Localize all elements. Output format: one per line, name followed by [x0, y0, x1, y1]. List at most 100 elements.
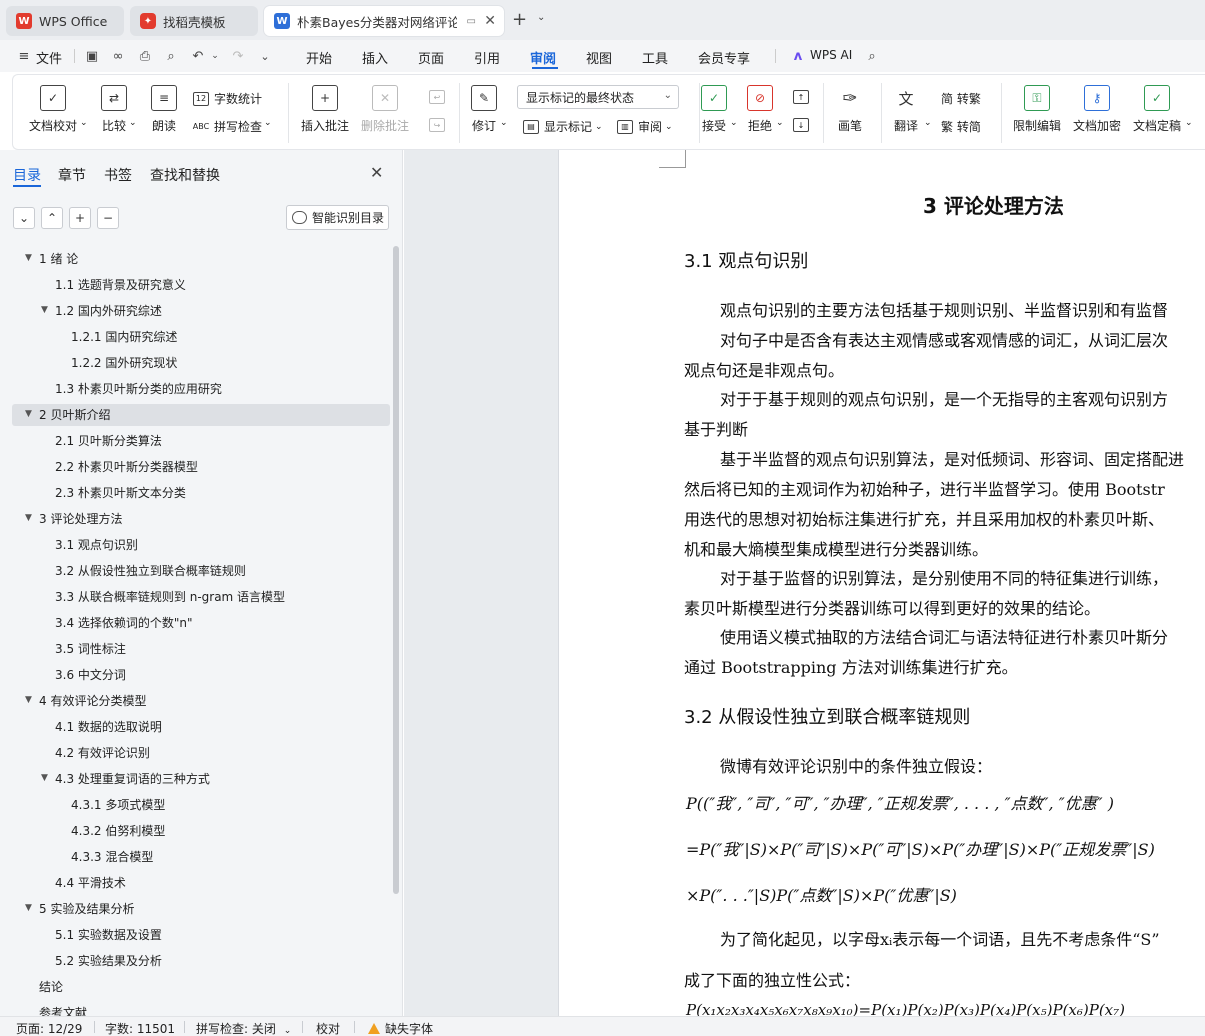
expand-arrow-icon[interactable]: ▼ [25, 513, 32, 523]
doc-check-button[interactable]: ✓ 文档校对 [29, 85, 77, 134]
menu-member[interactable]: 会员专享 [698, 48, 750, 67]
toc-item[interactable]: 4.3.2 伯努利模型 [71, 822, 165, 839]
menu-view[interactable]: 视图 [586, 48, 612, 67]
expand-up-button[interactable]: ⌃ [41, 207, 63, 229]
to-traditional-button[interactable]: 简 转繁 [941, 90, 981, 107]
redo-icon[interactable]: ↷ [228, 46, 248, 66]
smart-toc-button[interactable]: 智能识别目录 [286, 205, 389, 230]
add-heading-button[interactable]: + [69, 207, 91, 229]
spell-check-button[interactable]: ABC 拼写检查 [193, 118, 262, 135]
proofread-status[interactable]: 校对 [316, 1020, 340, 1036]
tab-bookmarks[interactable]: 书签 [104, 165, 132, 185]
toc-scrollbar[interactable] [393, 246, 399, 894]
menu-review[interactable]: 审阅 [530, 48, 556, 67]
toc-item[interactable]: 2.3 朴素贝叶斯文本分类 [55, 484, 186, 501]
encrypt-button[interactable]: ⚷ 文档加密 [1073, 85, 1121, 134]
to-simplified-button[interactable]: 繁 转简 [941, 118, 981, 135]
link-icon[interactable]: ∞ [108, 46, 128, 66]
pen-button[interactable]: ✑ 画笔 [837, 85, 863, 134]
monitor-icon[interactable]: ▭ [467, 16, 476, 27]
search-icon[interactable]: ⌕ [862, 46, 882, 66]
toc-item[interactable]: 3.1 观点句识别 [55, 536, 138, 553]
toc-item[interactable]: 3 评论处理方法 [39, 510, 122, 527]
toc-item[interactable]: 3.3 从联合概率链规则到 n-gram 语言模型 [55, 588, 285, 605]
toc-item[interactable]: 4 有效评论分类模型 [39, 692, 146, 709]
toc-item[interactable]: 1.2 国内外研究综述 [55, 302, 162, 319]
expand-arrow-icon[interactable]: ▼ [25, 253, 32, 263]
new-tab-icon[interactable]: + [512, 9, 527, 30]
menu-wps-ai[interactable]: WPS AI [810, 48, 852, 62]
toc-item[interactable]: 3.6 中文分词 [55, 666, 126, 683]
tab-toc[interactable]: 目录 [13, 165, 41, 185]
toc-item[interactable]: 结论 [39, 978, 63, 995]
show-markup-button[interactable]: ▤ 显示标记 ⌄ [523, 118, 603, 135]
tab-sections[interactable]: 章节 [58, 165, 86, 185]
finalize-button[interactable]: ✓ 文档定稿 [1133, 85, 1181, 134]
toc-item[interactable]: 1.2.1 国内研究综述 [71, 328, 177, 345]
tab-find-replace[interactable]: 查找和替换 [150, 165, 220, 185]
chevron-down-icon[interactable]: ⌄ [537, 12, 545, 23]
toc-item[interactable]: 4.2 有效评论识别 [55, 744, 150, 761]
close-icon[interactable]: ✕ [484, 13, 496, 29]
chevron-down-icon[interactable]: ⌄ [924, 118, 932, 128]
save-icon[interactable]: ▣ [82, 46, 102, 66]
expand-arrow-icon[interactable]: ▼ [41, 773, 48, 783]
delete-comment-button[interactable]: ✕ 删除批注 [361, 85, 409, 134]
print-preview-icon[interactable]: ⌕ [161, 46, 181, 66]
chevron-down-icon[interactable]: ⌄ [1185, 118, 1193, 128]
review-pane-button[interactable]: ▥ 审阅 ⌄ [617, 118, 673, 135]
compare-button[interactable]: ⇄ 比较 [101, 85, 127, 134]
read-aloud-button[interactable]: ≡ 朗读 [151, 85, 177, 134]
expand-arrow-icon[interactable]: ▼ [25, 695, 32, 705]
toc-item[interactable]: 1 绪 论 [39, 250, 78, 267]
chevron-down-icon[interactable]: ⌄ [500, 118, 508, 128]
menu-tools[interactable]: 工具 [642, 48, 668, 67]
menu-insert[interactable]: 插入 [362, 48, 388, 67]
markup-mode-select[interactable]: 显示标记的最终状态 ⌄ [517, 85, 679, 109]
toc-item[interactable]: 2 贝叶斯介绍 [39, 406, 110, 423]
toc-item[interactable]: 5.1 实验数据及设置 [55, 926, 162, 943]
toc-item[interactable]: 5 实验及结果分析 [39, 900, 134, 917]
menu-home[interactable]: 开始 [306, 48, 332, 67]
toc-item[interactable]: 1.1 选题背景及研究意义 [55, 276, 186, 293]
toc-item[interactable]: 4.3 处理重复词语的三种方式 [55, 770, 210, 787]
undo-dropdown-icon[interactable]: ⌄ [205, 46, 225, 66]
menu-file[interactable]: 文件 [36, 48, 62, 67]
word-count[interactable]: 字数: 11501 [105, 1020, 175, 1036]
restrict-edit-button[interactable]: ⚿ 限制编辑 [1013, 85, 1061, 134]
reject-button[interactable]: ⊘ 拒绝 [747, 85, 773, 134]
menu-references[interactable]: 引用 [474, 48, 500, 67]
menu-page[interactable]: 页面 [418, 48, 444, 67]
toc-item[interactable]: 3.4 选择依赖词的个数"n" [55, 614, 193, 631]
expand-arrow-icon[interactable]: ▼ [25, 409, 32, 419]
tab-wps-office[interactable]: W WPS Office [6, 6, 124, 36]
hamburger-icon[interactable]: ≡ [14, 46, 34, 66]
word-count-button[interactable]: 12 字数统计 [193, 90, 262, 107]
toc-item[interactable]: 4.1 数据的选取说明 [55, 718, 162, 735]
tab-docer-templates[interactable]: ✦ 找稻壳模板 [130, 6, 258, 36]
print-icon[interactable]: ⎙ [135, 46, 155, 66]
more-chevron-icon[interactable]: ⌄ [255, 46, 275, 66]
toc-item[interactable]: 4.3.3 混合模型 [71, 848, 153, 865]
remove-heading-button[interactable]: − [97, 207, 119, 229]
accept-button[interactable]: ✓ 接受 [701, 85, 727, 134]
expand-arrow-icon[interactable]: ▼ [25, 903, 32, 913]
close-icon[interactable]: ✕ [370, 163, 383, 182]
toc-item[interactable]: 1.3 朴素贝叶斯分类的应用研究 [55, 380, 222, 397]
document-page[interactable]: 3 评论处理方法 3.1 观点句识别 观点句识别的主要方法包括基于规则识别、半监… [558, 150, 1205, 1016]
collapse-all-button[interactable]: ⌄ [13, 207, 35, 229]
chevron-down-icon[interactable]: ⌄ [264, 118, 272, 128]
translate-button[interactable]: 文 翻译 [893, 85, 919, 134]
insert-comment-button[interactable]: + 插入批注 [301, 85, 349, 134]
expand-arrow-icon[interactable]: ▼ [41, 305, 48, 315]
chevron-down-icon[interactable]: ⌄ [730, 118, 738, 128]
toc-item[interactable]: 2.2 朴素贝叶斯分类器模型 [55, 458, 198, 475]
toc-item[interactable]: 4.4 平滑技术 [55, 874, 126, 891]
page-indicator[interactable]: 页面: 12/29 [16, 1020, 82, 1036]
toc-item[interactable]: 2.1 贝叶斯分类算法 [55, 432, 162, 449]
next-change-button[interactable]: ↓ [793, 118, 814, 132]
chevron-down-icon[interactable]: ⌄ [80, 118, 88, 128]
missing-font-status[interactable]: 缺失字体 [368, 1020, 433, 1036]
toc-item[interactable]: 5.2 实验结果及分析 [55, 952, 162, 969]
toc-item[interactable]: 1.2.2 国外研究现状 [71, 354, 177, 371]
